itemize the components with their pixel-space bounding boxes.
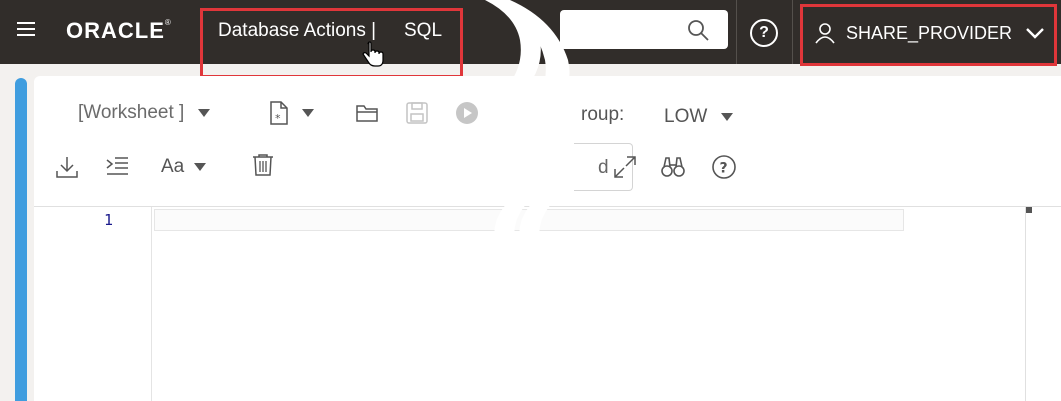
run-icon — [456, 102, 478, 124]
active-line[interactable] — [154, 209, 904, 231]
menu-icon[interactable] — [17, 22, 37, 40]
run-button[interactable] — [454, 100, 504, 126]
chevron-down-icon — [194, 163, 207, 171]
consumer-group-value: LOW — [664, 106, 708, 127]
chevron-down-icon — [721, 113, 734, 121]
consumer-group-select[interactable]: LOW — [664, 106, 734, 128]
chevron-down-icon — [198, 109, 211, 117]
save-button[interactable] — [404, 100, 430, 126]
header-divider — [736, 0, 737, 64]
open-button[interactable] — [354, 100, 380, 126]
font-size-icon: Aa — [161, 156, 185, 177]
svg-text:*: * — [275, 112, 281, 125]
binoculars-icon — [661, 157, 685, 177]
download-icon — [56, 157, 78, 178]
search-icon[interactable] — [686, 18, 710, 42]
new-worksheet-button[interactable]: * — [266, 100, 314, 126]
line-number: 1 — [103, 211, 113, 229]
logo-text: ORACLE — [66, 18, 165, 43]
format-button[interactable] — [104, 154, 130, 180]
worksheet-label: [Worksheet ] — [78, 102, 185, 123]
expand-icon — [614, 156, 636, 178]
save-icon — [406, 102, 428, 124]
highlight-user-menu — [800, 4, 1057, 66]
find-replace-button[interactable] — [660, 154, 686, 180]
worksheet-selector[interactable]: [Worksheet ] — [78, 102, 211, 124]
left-accent-bar — [15, 78, 27, 401]
worksheet-panel: [Worksheet ] * roup: LOW Aa d ? 1 — [34, 76, 1061, 401]
line-gutter: 1 — [34, 207, 152, 401]
consumer-group-label: roup: — [581, 104, 624, 126]
logo-mark: ® — [164, 18, 172, 27]
consumer-group-text: roup: — [581, 104, 625, 125]
scroll-thumb[interactable] — [1026, 207, 1032, 213]
editor-scrollbar[interactable] — [1025, 207, 1033, 401]
download-button[interactable] — [54, 154, 80, 180]
font-size-button[interactable]: Aa — [161, 156, 207, 178]
help-icon[interactable]: ? — [750, 19, 778, 47]
trash-icon — [253, 154, 273, 176]
highlight-app-title — [200, 8, 463, 78]
chevron-down-icon — [492, 109, 504, 117]
expand-button[interactable] — [612, 154, 638, 180]
oracle-logo: ORACLE® — [66, 18, 172, 44]
format-icon — [106, 157, 128, 175]
help-button[interactable]: ? — [711, 154, 737, 180]
code-editor[interactable]: 1 — [34, 206, 1061, 401]
new-file-icon: * — [270, 101, 288, 125]
svg-text:?: ? — [720, 161, 728, 177]
sql-worksheet-app: ORACLE® Database Actions | SQL ? SHARE_P… — [0, 0, 1061, 401]
help-icon: ? — [712, 155, 736, 179]
chevron-down-icon — [302, 109, 314, 117]
header-divider — [792, 0, 793, 64]
open-folder-icon — [356, 105, 378, 122]
search-box[interactable] — [560, 10, 728, 49]
clear-button[interactable] — [250, 152, 276, 178]
